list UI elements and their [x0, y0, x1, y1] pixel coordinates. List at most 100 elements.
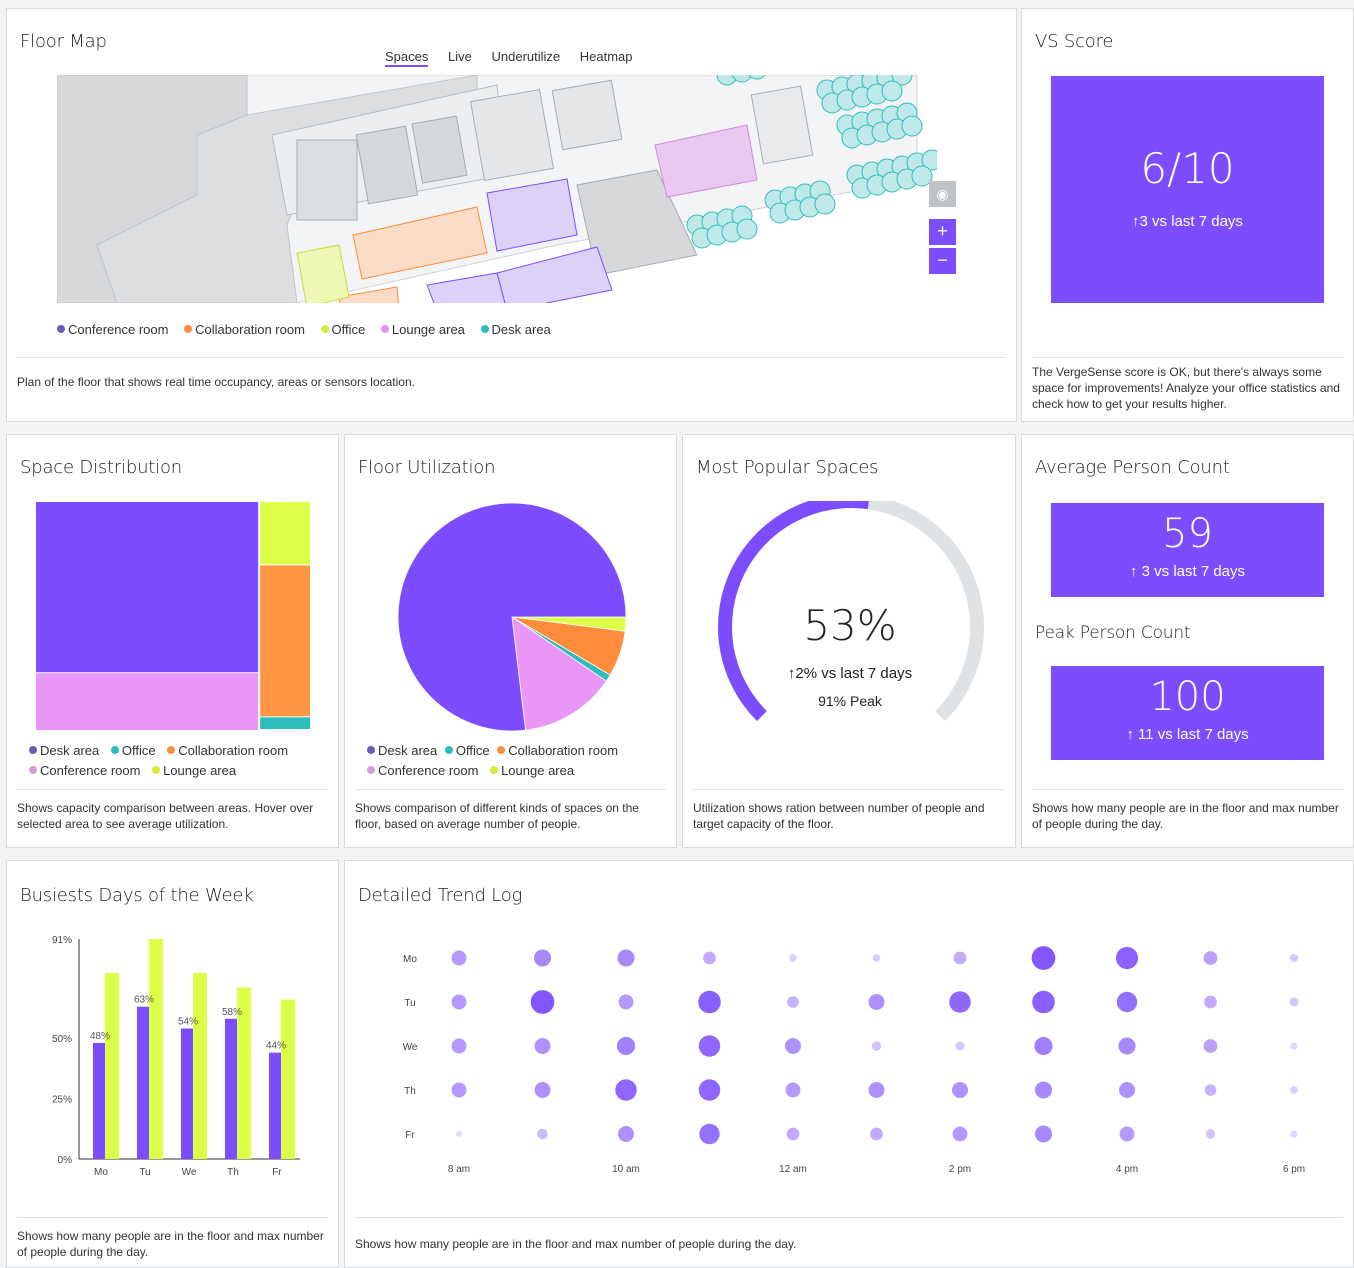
- heatmap-dot[interactable]: [1203, 951, 1218, 965]
- heatmap-dot[interactable]: [952, 1126, 968, 1142]
- heatmap-dot[interactable]: [786, 1127, 800, 1141]
- heatmap-dot[interactable]: [451, 994, 467, 1010]
- trend-heatmap[interactable]: MoTuWeThFr8 am10 am12 am2 pm4 pm6 pm0%91…: [345, 931, 1354, 1181]
- avg-person-count-delta: ↑ 3 vs last 7 days: [1129, 563, 1246, 580]
- bar-secondary[interactable]: [193, 972, 207, 1159]
- heatmap-dot[interactable]: [868, 1082, 885, 1098]
- heatmap-dot[interactable]: [618, 994, 634, 1010]
- treemap-cell[interactable]: [260, 502, 310, 565]
- heatmap-dot[interactable]: [953, 951, 967, 965]
- heatmap-dot[interactable]: [785, 1082, 801, 1098]
- heatmap-dot[interactable]: [451, 1038, 467, 1054]
- heatmap-dot[interactable]: [1204, 995, 1217, 1009]
- most-popular-card: Most Popular Spaces 53% ↑2% vs last 7 da…: [682, 434, 1016, 848]
- legend-item: Office: [444, 743, 490, 758]
- visibility-toggle[interactable]: ◉: [929, 181, 956, 207]
- trend-log-card: Detailed Trend Log Mo Tu We Th Fr 8 am 10 am 12…: [344, 860, 1354, 1268]
- bar-secondary[interactable]: [105, 972, 119, 1159]
- heatmap-dot[interactable]: [618, 1126, 634, 1142]
- tab-heatmap[interactable]: Heatmap: [580, 49, 633, 64]
- heatmap-dot[interactable]: [870, 1127, 883, 1141]
- treemap-chart[interactable]: [36, 502, 310, 730]
- heatmap-dot[interactable]: [1031, 946, 1056, 970]
- x-tick-label: Mo: [94, 1167, 108, 1178]
- heatmap-dot[interactable]: [1115, 946, 1139, 970]
- legend-item: Collaboration room: [184, 322, 305, 337]
- vs-score-box: 6/10 ↑3 vs last 7 days: [1051, 76, 1324, 303]
- heatmap-dot[interactable]: [703, 951, 716, 965]
- heatmap-dot[interactable]: [533, 949, 552, 967]
- heatmap-dot[interactable]: [868, 994, 885, 1010]
- floor-utilization-legend: Desk area Office Collaboration room Conf…: [367, 741, 677, 781]
- tab-spaces[interactable]: Spaces: [385, 49, 429, 67]
- heatmap-row-label: Mo: [403, 954, 417, 965]
- heatmap-dot[interactable]: [787, 996, 799, 1008]
- heatmap-dot[interactable]: [785, 1038, 801, 1054]
- bar-primary[interactable]: [181, 1028, 193, 1159]
- x-tick-label: Th: [227, 1167, 239, 1178]
- heatmap-dot[interactable]: [1119, 1126, 1135, 1142]
- avg-person-count-box: 59 ↑ 3 vs last 7 days: [1051, 503, 1324, 597]
- zoom-in-button[interactable]: +: [929, 219, 956, 245]
- heatmap-dot[interactable]: [1289, 997, 1299, 1007]
- treemap-cell[interactable]: [36, 502, 259, 673]
- bar-primary[interactable]: [137, 1006, 149, 1159]
- tab-underutilize[interactable]: Underutilize: [491, 49, 560, 64]
- heatmap-dot[interactable]: [1116, 991, 1138, 1013]
- heatmap-dot[interactable]: [534, 1038, 551, 1054]
- heatmap-dot[interactable]: [1290, 1130, 1298, 1138]
- heatmap-dot[interactable]: [1119, 1082, 1135, 1098]
- legend-item: Office: [110, 743, 156, 758]
- heatmap-x-label: 6 pm: [1283, 1164, 1305, 1175]
- heatmap-dot[interactable]: [451, 1082, 467, 1098]
- heatmap-dot[interactable]: [616, 1036, 636, 1056]
- heatmap-dot[interactable]: [1290, 1086, 1298, 1094]
- heatmap-dot[interactable]: [952, 1082, 968, 1098]
- floor-plan[interactable]: [57, 75, 937, 303]
- heatmap-dot[interactable]: [698, 990, 721, 1014]
- heatmap-dot[interactable]: [872, 954, 881, 962]
- heatmap-dot[interactable]: [615, 1079, 637, 1101]
- heatmap-dot[interactable]: [1290, 1042, 1298, 1050]
- heatmap-dot[interactable]: [1203, 1039, 1218, 1053]
- heatmap-dot[interactable]: [1289, 953, 1299, 963]
- vs-score-delta: ↑3 vs last 7 days: [1132, 213, 1243, 230]
- bar-secondary[interactable]: [149, 939, 163, 1159]
- heatmap-dot[interactable]: [699, 1123, 720, 1145]
- bar-secondary[interactable]: [281, 999, 295, 1159]
- heatmap-x-label: 2 pm: [949, 1164, 971, 1175]
- heatmap-dot[interactable]: [698, 1079, 721, 1101]
- legend-item: Lounge area: [380, 322, 465, 337]
- bar-label: 54%: [178, 1016, 198, 1027]
- pie-chart[interactable]: [396, 501, 628, 733]
- tab-live[interactable]: Live: [448, 49, 472, 64]
- heatmap-dot[interactable]: [617, 949, 635, 967]
- heatmap-dot[interactable]: [537, 1128, 548, 1140]
- heatmap-dot[interactable]: [871, 1041, 882, 1051]
- utilization-value: 53%: [803, 601, 897, 650]
- heatmap-dot[interactable]: [949, 991, 971, 1013]
- heatmap-dot[interactable]: [698, 1035, 721, 1057]
- heatmap-dot[interactable]: [1204, 1084, 1217, 1096]
- heatmap-dot[interactable]: [455, 1130, 463, 1138]
- bar-primary[interactable]: [93, 1042, 105, 1159]
- treemap-cell[interactable]: [260, 565, 310, 717]
- heatmap-dot[interactable]: [1034, 1081, 1053, 1099]
- zoom-out-button[interactable]: −: [929, 248, 956, 274]
- heatmap-dot[interactable]: [1034, 1125, 1053, 1143]
- bar-primary[interactable]: [269, 1052, 281, 1159]
- heatmap-dot[interactable]: [1032, 990, 1055, 1014]
- heatmap-dot[interactable]: [789, 954, 797, 962]
- heatmap-dot[interactable]: [1205, 1129, 1216, 1139]
- heatmap-dot[interactable]: [1034, 1036, 1053, 1056]
- heatmap-dot[interactable]: [955, 1041, 965, 1051]
- heatmap-dot[interactable]: [534, 1082, 551, 1098]
- heatmap-dot[interactable]: [1118, 1037, 1136, 1055]
- heatmap-dot[interactable]: [451, 950, 467, 966]
- treemap-cell[interactable]: [36, 673, 259, 730]
- heatmap-dot[interactable]: [530, 990, 555, 1014]
- bar-primary[interactable]: [225, 1018, 237, 1159]
- treemap-cell[interactable]: [260, 717, 310, 729]
- busiest-days-card: Busiests Days of the Week 0% 25% 50% 91% 48%…: [6, 860, 339, 1268]
- bar-chart[interactable]: 0% 25% 50% 91% 48% Mo 63% Tu 54% We 58% Th 44% Fr: [7, 923, 340, 1185]
